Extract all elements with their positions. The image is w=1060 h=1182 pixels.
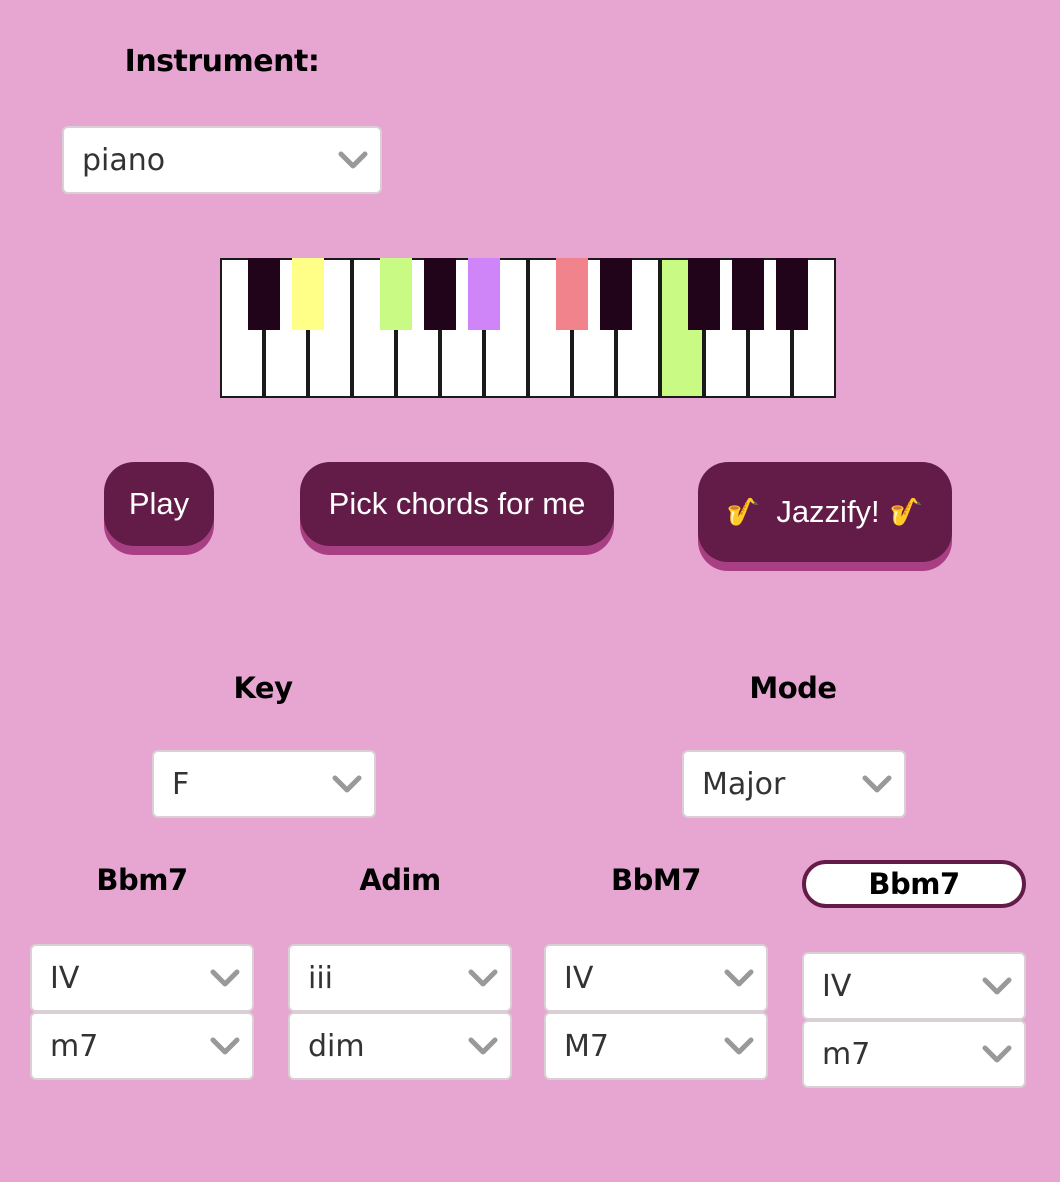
chord-quality-select[interactable]: m7 [30, 1012, 254, 1080]
black-key[interactable] [424, 258, 456, 330]
black-key[interactable] [556, 258, 588, 330]
chevron-down-icon [338, 151, 368, 169]
black-key[interactable] [732, 258, 764, 330]
chevron-down-icon [210, 969, 240, 987]
key-label: Key [233, 671, 293, 705]
saxophone-icon: 🎷 [889, 497, 924, 527]
chord-quality-value: M7 [564, 1028, 609, 1064]
pick-chords-button-label: Pick chords for me [328, 486, 586, 521]
saxophone-icon: 🎷 [726, 497, 761, 527]
chevron-down-icon [468, 1037, 498, 1055]
chord-quality-value: m7 [50, 1028, 99, 1064]
chevron-down-icon [210, 1037, 240, 1055]
chevron-down-icon [982, 977, 1012, 995]
chord-quality-select[interactable]: dim [288, 1012, 512, 1080]
chord-degree-select[interactable]: IV [544, 944, 768, 1012]
pick-chords-button[interactable]: Pick chords for me [300, 462, 614, 546]
jazzify-button[interactable]: 🎷 Jazzify! 🎷 [698, 462, 952, 562]
instrument-label: Instrument: [124, 44, 320, 79]
chord-degree-value: IV [50, 960, 80, 996]
play-button-label: Play [128, 486, 190, 521]
chord-degree-value: IV [822, 968, 852, 1004]
black-key[interactable] [380, 258, 412, 330]
active-chord-name[interactable]: Bbm7 [802, 860, 1026, 908]
key-select-value: F [172, 766, 190, 802]
chord-name: Bbm7 [96, 863, 188, 897]
chord-degree-value: iii [308, 960, 334, 996]
chord-degree-select[interactable]: IV [802, 952, 1026, 1020]
mode-select-value: Major [702, 766, 786, 802]
chord-name: Adim [359, 863, 441, 897]
chord-quality-select[interactable]: M7 [544, 1012, 768, 1080]
chord-quality-select[interactable]: m7 [802, 1020, 1026, 1088]
black-key[interactable] [776, 258, 808, 330]
black-key[interactable] [688, 258, 720, 330]
black-key[interactable] [292, 258, 324, 330]
chevron-down-icon [862, 775, 892, 793]
chevron-down-icon [468, 969, 498, 987]
chevron-down-icon [332, 775, 362, 793]
black-key[interactable] [468, 258, 500, 330]
chevron-down-icon [724, 969, 754, 987]
black-key[interactable] [248, 258, 280, 330]
mode-label: Mode [749, 671, 837, 705]
instrument-select[interactable]: piano [62, 126, 382, 194]
mode-select[interactable]: Major [682, 750, 906, 818]
chord-name: BbM7 [611, 863, 701, 897]
instrument-select-value: piano [82, 142, 166, 178]
chord-quality-value: dim [308, 1028, 365, 1064]
chevron-down-icon [982, 1045, 1012, 1063]
chord-quality-value: m7 [822, 1036, 871, 1072]
jazzify-button-label: Jazzify! [776, 494, 880, 529]
chevron-down-icon [724, 1037, 754, 1055]
play-button[interactable]: Play [104, 462, 214, 546]
black-key[interactable] [600, 258, 632, 330]
key-select[interactable]: F [152, 750, 376, 818]
chord-name: Bbm7 [868, 867, 960, 901]
chord-degree-select[interactable]: IV [30, 944, 254, 1012]
piano-keyboard[interactable] [220, 258, 836, 398]
chord-degree-select[interactable]: iii [288, 944, 512, 1012]
chord-degree-value: IV [564, 960, 594, 996]
